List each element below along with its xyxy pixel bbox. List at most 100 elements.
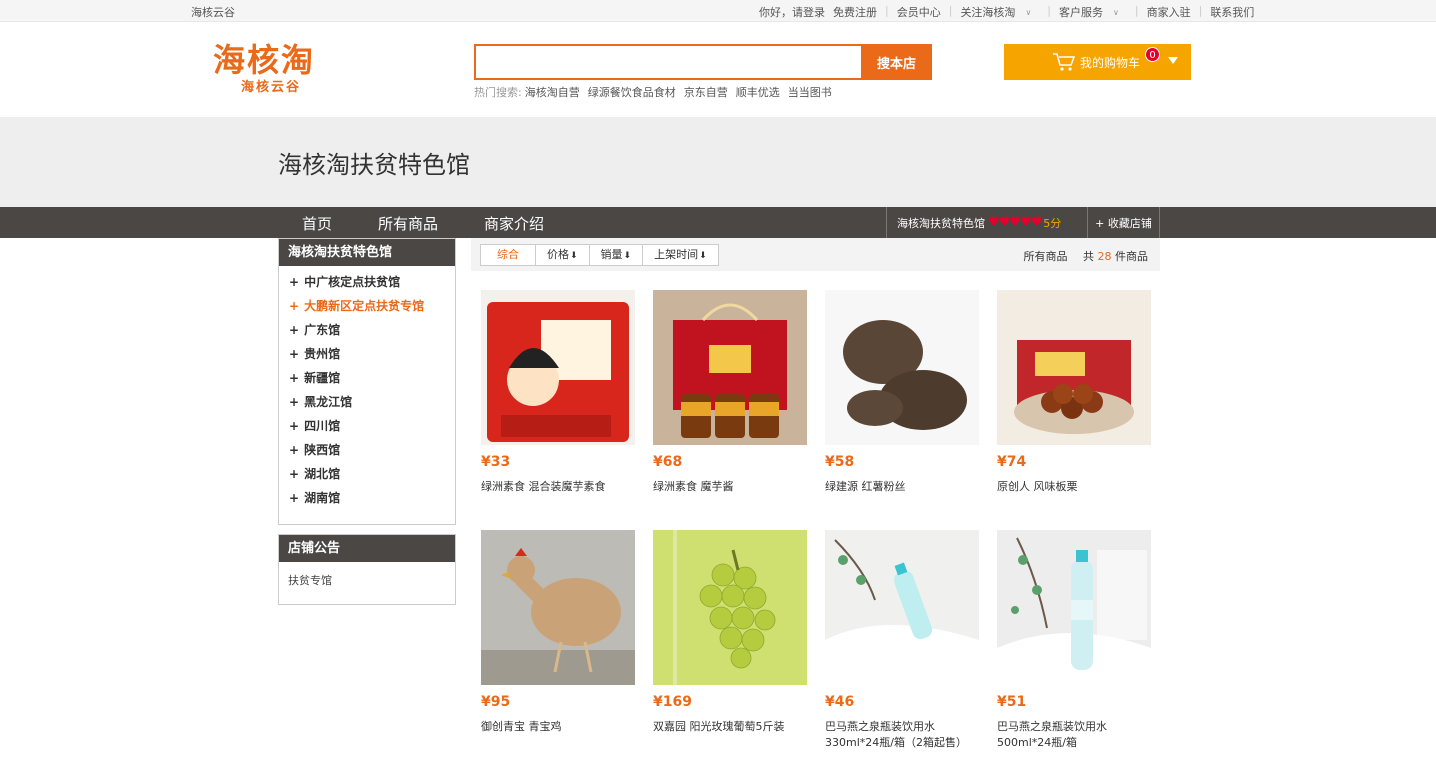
product-card[interactable]: ¥68 绿洲素食 魔芋酱	[653, 290, 807, 495]
product-image[interactable]	[997, 290, 1151, 445]
sort-price[interactable]: 价格⬇	[536, 245, 590, 265]
sidebar-category-item[interactable]: + 湖南馆	[279, 489, 455, 513]
service-label: 客户服务	[1059, 6, 1104, 19]
plus-icon: +	[289, 371, 300, 385]
follow-label: 关注海核淘	[960, 6, 1016, 19]
sort-sales[interactable]: 销量⬇	[590, 245, 644, 265]
contact-link[interactable]: 联系我们	[1210, 4, 1254, 20]
category-label: 新疆馆	[304, 371, 341, 385]
plus-icon: +	[289, 395, 300, 409]
all-products-label: 所有商品	[1023, 250, 1068, 263]
hot-search-link[interactable]: 绿源餐饮食品食材	[588, 84, 676, 100]
product-price: ¥51	[997, 694, 1027, 710]
top-bar: 海核云谷 你好，请登录 免费注册 | 会员中心 | 关注海核淘 ∨ | 客户服务 ∨…	[0, 0, 1436, 22]
sort-listing-time[interactable]: 上架时间⬇	[643, 245, 718, 265]
product-name[interactable]: 原创人 风味板栗	[997, 479, 1151, 495]
sort-price-label: 价格	[547, 248, 569, 261]
product-image[interactable]	[481, 530, 635, 685]
divider: |	[1198, 4, 1203, 17]
sidebar-category-item[interactable]: + 新疆馆	[279, 369, 455, 393]
product-card[interactable]: ¥33 绿洲素食 混合装魔芋素食	[481, 290, 635, 495]
product-card[interactable]: ¥51 巴马燕之泉瓶装饮用水 500ml*24瓶/箱	[997, 530, 1151, 751]
hot-search-link[interactable]: 海核淘自营	[525, 84, 580, 100]
product-image[interactable]	[653, 530, 807, 685]
category-label: 黑龙江馆	[304, 395, 353, 409]
product-name[interactable]: 绿洲素食 魔芋酱	[653, 479, 807, 495]
category-label: 湖北馆	[304, 467, 341, 481]
product-image[interactable]	[481, 290, 635, 445]
nav-merchant-intro[interactable]: 商家介绍	[484, 213, 544, 234]
product-name[interactable]: 巴马燕之泉瓶装饮用水 500ml*24瓶/箱	[997, 719, 1151, 751]
shop-name: 海核淘扶贫特色馆	[897, 216, 985, 230]
category-label: 广东馆	[304, 323, 341, 337]
notice-title: 店铺公告	[279, 535, 455, 562]
sidebar-category-item[interactable]: + 贵州馆	[279, 345, 455, 369]
category-label: 湖南馆	[304, 491, 341, 505]
login-link[interactable]: 你好，请登录	[759, 4, 825, 20]
product-image[interactable]	[653, 290, 807, 445]
plus-icon: +	[289, 443, 300, 457]
shop-banner: 海核淘扶贫特色馆	[0, 117, 1436, 207]
plus-icon: +	[289, 323, 300, 337]
product-card[interactable]: ¥58 绿建源 红薯粉丝	[825, 290, 979, 495]
product-name[interactable]: 巴马燕之泉瓶装饮用水 330ml*24瓶/箱（2箱起售）	[825, 719, 979, 751]
product-card[interactable]: ¥46 巴马燕之泉瓶装饮用水 330ml*24瓶/箱（2箱起售）	[825, 530, 979, 751]
product-name[interactable]: 绿建源 红薯粉丝	[825, 479, 979, 495]
divider: |	[885, 4, 889, 17]
shop-title: 海核淘扶贫特色馆	[278, 151, 470, 179]
product-card[interactable]: ¥74 原创人 风味板栗	[997, 290, 1151, 495]
register-link[interactable]: 免费注册	[833, 4, 877, 20]
product-image[interactable]	[825, 290, 979, 445]
sidebar-category-item[interactable]: + 广东馆	[279, 321, 455, 345]
sort-time-label: 上架时间	[654, 248, 699, 261]
cart-button[interactable]: 我的购物车 0	[1004, 44, 1191, 80]
sidebar-category-item[interactable]: + 陕西馆	[279, 441, 455, 465]
divider: |	[1047, 4, 1052, 17]
search-input[interactable]	[474, 44, 861, 80]
hot-search-link[interactable]: 顺丰优选	[736, 84, 780, 100]
sidebar-category-item[interactable]: + 四川馆	[279, 417, 455, 441]
site-name[interactable]: 海核云谷	[191, 4, 235, 20]
product-card[interactable]: ¥95 御创青宝 青宝鸡	[481, 530, 635, 735]
product-name[interactable]: 御创青宝 青宝鸡	[481, 719, 635, 735]
category-label: 大鹏新区定点扶贫专馆	[304, 299, 425, 313]
product-name[interactable]: 双嘉园 阳光玫瑰葡萄5斤装	[653, 719, 807, 735]
category-label: 四川馆	[304, 419, 341, 433]
logo[interactable]: 海核淘 海核云谷	[213, 40, 343, 122]
plus-icon: +	[289, 491, 300, 505]
cart-label: 我的购物车	[1080, 55, 1141, 70]
arrow-down-icon: ⬇	[623, 251, 632, 261]
merchant-join-link[interactable]: 商家入驻	[1147, 4, 1191, 20]
sidebar-category-item[interactable]: + 中广核定点扶贫馆	[279, 273, 455, 297]
hot-search-link[interactable]: 当当图书	[788, 84, 832, 100]
sidebar-category-item[interactable]: + 大鹏新区定点扶贫专馆	[279, 297, 455, 321]
member-center-link[interactable]: 会员中心	[897, 4, 941, 20]
follow-link[interactable]: 关注海核淘 ∨	[960, 4, 1039, 20]
sort-default[interactable]: 综合	[481, 245, 536, 265]
search-store-button[interactable]: 搜本店	[861, 44, 932, 80]
nav-all-products[interactable]: 所有商品	[378, 213, 438, 234]
shop-rating: 海核淘扶贫特色馆 ♥♥♥♥♥ 5分	[886, 207, 1087, 238]
sidebar-category-item[interactable]: + 黑龙江馆	[279, 393, 455, 417]
plus-icon: +	[289, 275, 300, 289]
count-number: 28	[1097, 250, 1112, 263]
sidebar-title: 海核淘扶贫特色馆	[279, 239, 455, 266]
chevron-down-icon: ∨	[1113, 8, 1119, 17]
hot-search-link[interactable]: 京东自营	[684, 84, 728, 100]
sidebar-category-item[interactable]: + 湖北馆	[279, 465, 455, 489]
chevron-down-icon: ∨	[1025, 8, 1032, 17]
plus-icon: +	[289, 347, 300, 361]
shop-nav: 首页 所有商品 商家介绍 海核淘扶贫特色馆 ♥♥♥♥♥ 5分 + 收藏店铺	[0, 207, 1436, 238]
product-image[interactable]	[825, 530, 979, 685]
arrow-down-icon: ⬇	[699, 251, 707, 261]
customer-service-link[interactable]: 客户服务 ∨	[1059, 4, 1127, 20]
product-name[interactable]: 绿洲素食 混合装魔芋素食	[481, 479, 635, 495]
sort-sales-label: 销量	[600, 248, 623, 261]
nav-home[interactable]: 首页	[302, 213, 332, 234]
product-card[interactable]: ¥169 双嘉园 阳光玫瑰葡萄5斤装	[653, 530, 807, 735]
favorite-store-button[interactable]: + 收藏店铺	[1087, 207, 1160, 238]
heart-rating-icon: ♥♥♥♥♥	[988, 215, 1042, 230]
plus-icon: +	[289, 299, 300, 313]
product-image[interactable]	[997, 530, 1151, 685]
product-price: ¥95	[481, 694, 511, 710]
